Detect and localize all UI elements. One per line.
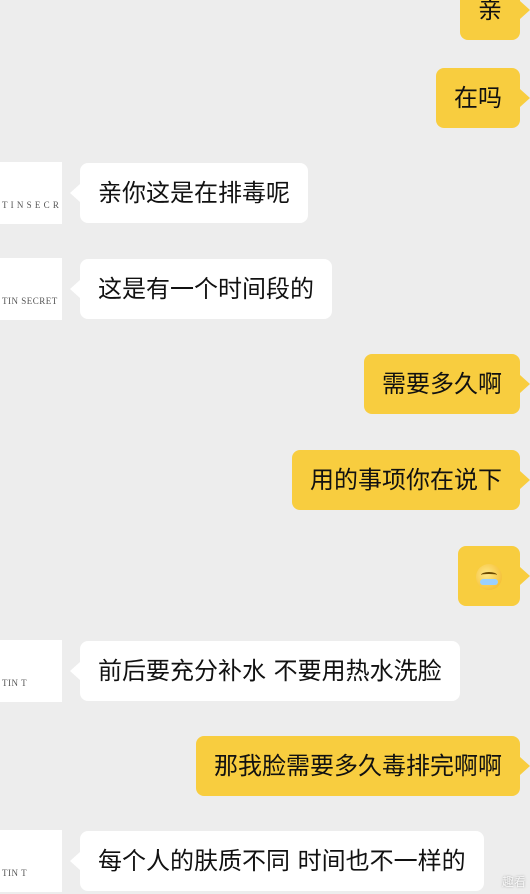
avatar-logo-text: TIN T [2, 868, 28, 878]
watermark: 趣看 [501, 875, 526, 889]
message-row: 需要多久啊 [364, 354, 520, 414]
message-bubble[interactable]: 这是有一个时间段的 [80, 259, 332, 319]
message-row: 用的事项你在说下 [292, 450, 520, 510]
message-bubble[interactable]: 前后要充分补水 不要用热水洗脸 [80, 641, 460, 701]
message-row: 在吗 [436, 68, 520, 128]
message-row: 亲 [460, 0, 520, 40]
message-row: 那我脸需要多久毒排完啊啊 [196, 736, 520, 796]
message-bubble[interactable]: 那我脸需要多久毒排完啊啊 [196, 736, 520, 796]
message-row: TIN T 每个人的肤质不同 时间也不一样的 [0, 830, 484, 892]
contact-avatar[interactable]: T I N S E C R E T [0, 162, 62, 224]
message-row: TIN SECRET 这是有一个时间段的 [0, 258, 332, 320]
message-row: T I N S E C R E T 亲你这是在排毒呢 [0, 162, 308, 224]
message-bubble[interactable]: 用的事项你在说下 [292, 450, 520, 510]
chat-thread: 亲 在吗 T I N S E C R E T 亲你这是在排毒呢 TIN SECR… [0, 0, 530, 894]
contact-avatar[interactable]: TIN T [0, 640, 62, 702]
message-bubble[interactable]: 亲 [460, 0, 520, 40]
grinning-tears-emoji-icon [476, 564, 502, 590]
message-bubble[interactable]: 亲你这是在排毒呢 [80, 163, 308, 223]
avatar-logo-text: TIN SECRET [2, 296, 58, 306]
message-bubble[interactable] [458, 546, 520, 606]
message-bubble[interactable]: 在吗 [436, 68, 520, 128]
contact-avatar[interactable]: TIN SECRET [0, 258, 62, 320]
message-row: TIN T 前后要充分补水 不要用热水洗脸 [0, 640, 460, 702]
contact-avatar[interactable]: TIN T [0, 830, 62, 892]
message-bubble[interactable]: 每个人的肤质不同 时间也不一样的 [80, 831, 484, 891]
avatar-logo-text: TIN T [2, 678, 28, 688]
avatar-logo-text: T I N S E C R E T [2, 200, 62, 210]
message-row [458, 546, 520, 606]
message-bubble[interactable]: 需要多久啊 [364, 354, 520, 414]
